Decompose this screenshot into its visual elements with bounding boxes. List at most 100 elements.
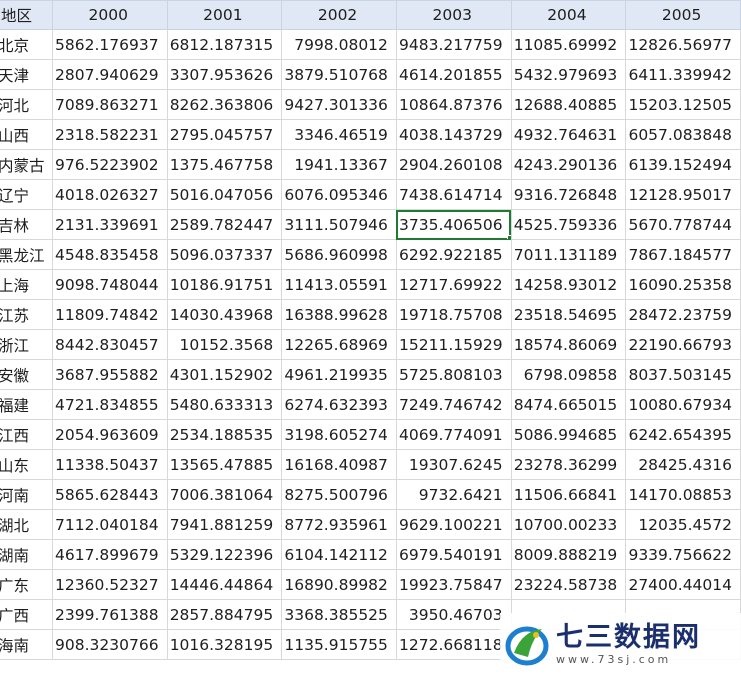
region-cell[interactable]: 上海: [0, 269, 53, 300]
value-cell[interactable]: 9098.748044: [51, 269, 168, 300]
value-cell[interactable]: 2399.761388: [51, 599, 168, 630]
value-cell[interactable]: 15211.15929: [395, 329, 512, 360]
value-cell[interactable]: 8262.363806: [166, 89, 283, 120]
value-cell[interactable]: 14030.43968: [166, 299, 283, 330]
value-cell[interactable]: 3307.953626: [166, 59, 283, 90]
value-cell[interactable]: 9339.756622: [625, 539, 741, 570]
value-cell[interactable]: 6076.095346: [281, 179, 397, 210]
region-cell[interactable]: 福建: [0, 389, 53, 420]
region-cell[interactable]: 广西: [0, 599, 53, 630]
value-cell[interactable]: 9629.100221: [395, 509, 512, 540]
value-cell[interactable]: 16388.99628: [281, 299, 397, 330]
value-cell[interactable]: 5480.633313: [166, 389, 283, 420]
header-year[interactable]: 2000: [51, 0, 168, 30]
value-cell[interactable]: 4548.835458: [51, 239, 168, 270]
header-year[interactable]: 2004: [510, 0, 627, 30]
value-cell[interactable]: 15203.12505: [625, 89, 741, 120]
value-cell[interactable]: 19718.75708: [395, 299, 512, 330]
region-cell[interactable]: 山东: [0, 449, 53, 480]
value-cell[interactable]: 10864.87376: [395, 89, 512, 120]
value-cell[interactable]: 8442.830457: [51, 329, 168, 360]
value-cell[interactable]: 11413.05591: [281, 269, 397, 300]
value-cell[interactable]: 8772.935961: [281, 509, 397, 540]
header-year[interactable]: 2001: [166, 0, 283, 30]
value-cell[interactable]: 2534.188535: [166, 419, 283, 450]
region-cell[interactable]: 吉林: [0, 209, 53, 240]
value-cell[interactable]: 5725.808103: [395, 359, 512, 390]
region-cell[interactable]: 黑龙江: [0, 239, 53, 270]
value-cell[interactable]: 19307.6245: [395, 449, 512, 480]
value-cell[interactable]: 6411.339942: [625, 59, 741, 90]
value-cell[interactable]: 5096.037337: [166, 239, 283, 270]
value-cell[interactable]: 2589.782447: [166, 209, 283, 240]
value-cell[interactable]: 7438.614714: [395, 179, 512, 210]
value-cell[interactable]: 14446.44864: [166, 569, 283, 600]
value-cell[interactable]: 7006.381064: [166, 479, 283, 510]
value-cell[interactable]: 2807.940629: [51, 59, 168, 90]
value-cell[interactable]: 27400.44014: [625, 569, 741, 600]
value-cell[interactable]: 8037.503145: [625, 359, 741, 390]
value-cell[interactable]: 5686.960998: [281, 239, 397, 270]
region-cell[interactable]: 湖南: [0, 539, 53, 570]
value-cell[interactable]: 12688.40885: [510, 89, 627, 120]
value-cell[interactable]: 7998.08012: [281, 29, 397, 60]
value-cell[interactable]: 3950.46703: [395, 599, 512, 630]
value-cell[interactable]: 9483.217759: [395, 29, 512, 60]
value-cell[interactable]: 6057.083848: [625, 119, 741, 150]
value-cell[interactable]: 10080.67934: [625, 389, 741, 420]
value-cell[interactable]: 5865.628443: [51, 479, 168, 510]
value-cell[interactable]: 4932.764631: [510, 119, 627, 150]
value-cell[interactable]: 4961.219935: [281, 359, 397, 390]
value-cell[interactable]: 4721.834855: [51, 389, 168, 420]
value-cell[interactable]: 14170.08853: [625, 479, 741, 510]
value-cell[interactable]: 7112.040184: [51, 509, 168, 540]
value-cell[interactable]: 8275.500796: [281, 479, 397, 510]
value-cell[interactable]: 23278.36299: [510, 449, 627, 480]
value-cell[interactable]: 908.3230766: [51, 629, 168, 660]
region-cell[interactable]: 内蒙古: [0, 149, 53, 180]
region-cell[interactable]: 海南: [0, 629, 53, 660]
header-year[interactable]: 2003: [395, 0, 512, 30]
value-cell[interactable]: 11506.66841: [510, 479, 627, 510]
value-cell[interactable]: 16090.25358: [625, 269, 741, 300]
value-cell[interactable]: 3198.605274: [281, 419, 397, 450]
value-cell[interactable]: 12826.56977: [625, 29, 741, 60]
value-cell[interactable]: 6798.09858: [510, 359, 627, 390]
value-cell[interactable]: 10186.91751: [166, 269, 283, 300]
selected-cell[interactable]: 3735.406506: [395, 209, 512, 240]
value-cell[interactable]: 7249.746742: [395, 389, 512, 420]
region-cell[interactable]: 河北: [0, 89, 53, 120]
value-cell[interactable]: 9316.726848: [510, 179, 627, 210]
value-cell[interactable]: 3687.955882: [51, 359, 168, 390]
value-cell[interactable]: 1941.13367: [281, 149, 397, 180]
region-cell[interactable]: 辽宁: [0, 179, 53, 210]
value-cell[interactable]: 8009.888219: [510, 539, 627, 570]
region-cell[interactable]: 天津: [0, 59, 53, 90]
value-cell[interactable]: 13565.47885: [166, 449, 283, 480]
value-cell[interactable]: 22190.66793: [625, 329, 741, 360]
value-cell[interactable]: 4614.201855: [395, 59, 512, 90]
value-cell[interactable]: 2904.260108: [395, 149, 512, 180]
value-cell[interactable]: 6139.152494: [625, 149, 741, 180]
region-cell[interactable]: 湖北: [0, 509, 53, 540]
value-cell[interactable]: 28425.4316: [625, 449, 741, 480]
value-cell[interactable]: 6104.142112: [281, 539, 397, 570]
header-year[interactable]: 2005: [625, 0, 741, 30]
value-cell[interactable]: 5086.994685: [510, 419, 627, 450]
value-cell[interactable]: 5016.047056: [166, 179, 283, 210]
value-cell[interactable]: 19923.75847: [395, 569, 512, 600]
value-cell[interactable]: 3879.510768: [281, 59, 397, 90]
value-cell[interactable]: 28472.23759: [625, 299, 741, 330]
value-cell[interactable]: 9732.6421: [395, 479, 512, 510]
value-cell[interactable]: 6979.540191: [395, 539, 512, 570]
value-cell[interactable]: 4018.026327: [51, 179, 168, 210]
value-cell[interactable]: 11809.74842: [51, 299, 168, 330]
value-cell[interactable]: 7941.881259: [166, 509, 283, 540]
value-cell[interactable]: 4301.152902: [166, 359, 283, 390]
value-cell[interactable]: 23518.54695: [510, 299, 627, 330]
value-cell[interactable]: 6274.632393: [281, 389, 397, 420]
value-cell[interactable]: 9427.301336: [281, 89, 397, 120]
region-cell[interactable]: 江西: [0, 419, 53, 450]
value-cell[interactable]: 6242.654395: [625, 419, 741, 450]
value-cell[interactable]: 3368.385525: [281, 599, 397, 630]
